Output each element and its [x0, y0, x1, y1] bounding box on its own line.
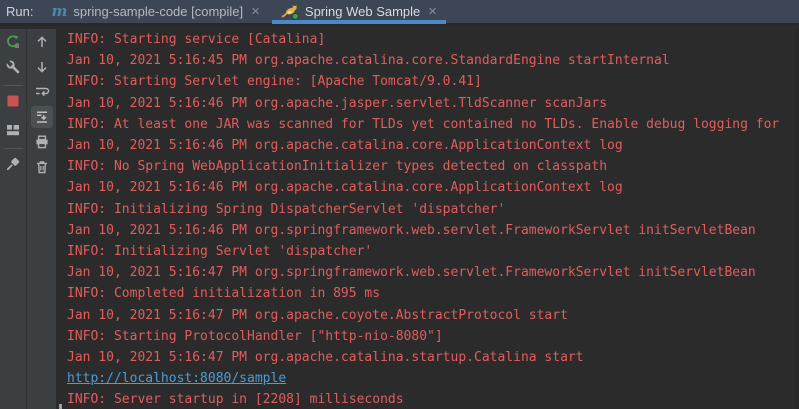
console-line: INFO: Starting service [Catalina]	[67, 29, 799, 50]
soft-wrap-button[interactable]	[31, 81, 53, 103]
scroll-to-end-button[interactable]	[31, 106, 53, 128]
navigate-up-button[interactable]	[31, 31, 53, 53]
settings-wrench-button[interactable]	[2, 56, 24, 78]
console-line: Jan 10, 2021 5:16:47 PM org.springframew…	[67, 262, 799, 283]
run-tab-strip: Run: m spring-sample-code [compile] × Sp…	[0, 0, 799, 26]
console-line: Jan 10, 2021 5:16:45 PM org.apache.catal…	[67, 50, 799, 71]
navigate-down-button[interactable]	[31, 56, 53, 78]
print-button[interactable]	[31, 131, 53, 153]
maven-icon: m	[51, 4, 67, 18]
console-output: INFO: Starting service [Catalina]Jan 10,…	[56, 29, 799, 409]
console-line: Jan 10, 2021 5:16:46 PM org.apache.catal…	[67, 177, 799, 198]
toolbar-divider	[4, 148, 23, 149]
console-caret	[59, 404, 62, 409]
run-actions-column	[0, 29, 27, 409]
tab-spring-web-sample[interactable]: Spring Web Sample ×	[272, 0, 446, 23]
restore-layout-button[interactable]	[2, 119, 24, 141]
close-tab-icon[interactable]: ×	[251, 5, 260, 19]
console-line: INFO: Completed initialization in 895 ms	[67, 283, 799, 304]
rerun-button[interactable]	[2, 31, 24, 53]
tab-label: spring-sample-code [compile]	[73, 4, 243, 19]
console-actions-column	[28, 29, 56, 409]
selected-tab-underline	[272, 20, 446, 24]
tab-label: Spring Web Sample	[305, 4, 420, 19]
clear-all-trash-button[interactable]	[31, 156, 53, 178]
console-line: Jan 10, 2021 5:16:47 PM org.apache.catal…	[67, 347, 799, 368]
console-line: Jan 10, 2021 5:16:46 PM org.springframew…	[67, 220, 799, 241]
console-scrollbar[interactable]	[795, 29, 799, 409]
stop-button[interactable]	[2, 90, 24, 112]
left-toolbar	[0, 29, 56, 409]
run-label: Run:	[6, 4, 33, 19]
console-line: INFO: At least one JAR was scanned for T…	[67, 114, 799, 135]
console-lines: INFO: Starting service [Catalina]Jan 10,…	[56, 29, 799, 409]
console-line: Jan 10, 2021 5:16:47 PM org.apache.coyot…	[67, 305, 799, 326]
console-link[interactable]: http://localhost:8080/sample	[67, 368, 799, 389]
console-line: INFO: Server startup in [2208] milliseco…	[67, 389, 799, 409]
console-line: INFO: Starting ProtocolHandler ["http-ni…	[67, 326, 799, 347]
console-line: Jan 10, 2021 5:16:46 PM org.apache.jaspe…	[67, 93, 799, 114]
toolbar-divider	[4, 85, 23, 86]
console-line: INFO: Initializing Servlet 'dispatcher'	[67, 241, 799, 262]
console-line: INFO: Starting Servlet engine: [Apache T…	[67, 71, 799, 92]
tomcat-icon	[281, 4, 299, 20]
console-line: INFO: Initializing Spring DispatcherServ…	[67, 199, 799, 220]
pin-button[interactable]	[2, 153, 24, 175]
close-tab-icon[interactable]: ×	[428, 5, 437, 19]
console-line: INFO: No Spring WebApplicationInitialize…	[67, 156, 799, 177]
console-line: Jan 10, 2021 5:16:46 PM org.apache.catal…	[67, 135, 799, 156]
tab-spring-sample-code[interactable]: m spring-sample-code [compile] ×	[42, 0, 268, 23]
